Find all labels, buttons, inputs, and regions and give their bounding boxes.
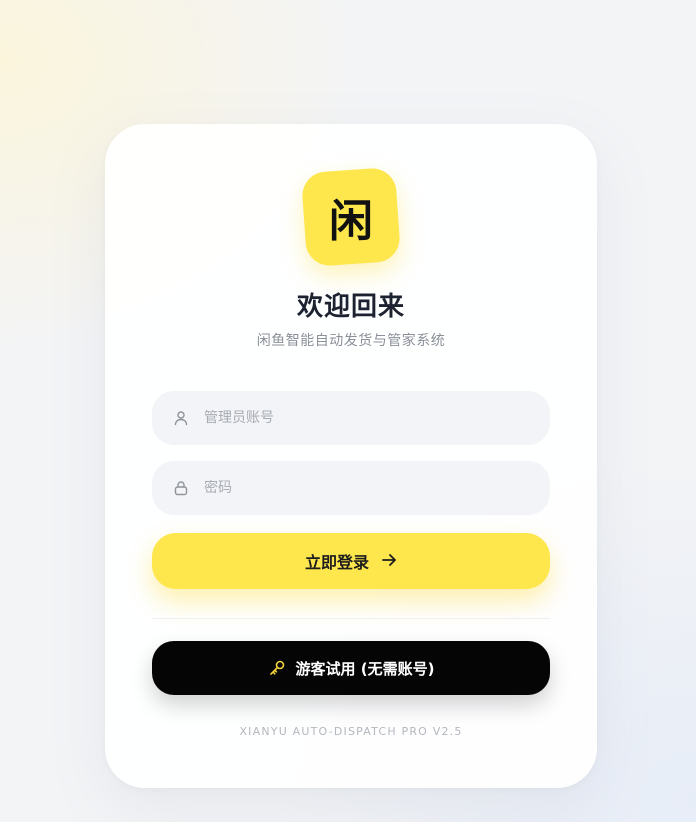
guest-button-label: 游客试用 (无需账号) <box>295 659 435 678</box>
username-field-wrapper <box>152 391 550 445</box>
arrow-right-icon <box>381 552 397 571</box>
password-field-wrapper <box>152 461 550 515</box>
lock-icon <box>172 479 190 497</box>
username-input[interactable] <box>204 410 524 426</box>
app-logo: 闲 <box>300 166 402 268</box>
password-input[interactable] <box>204 480 524 496</box>
login-button-label: 立即登录 <box>304 553 369 572</box>
divider <box>152 618 550 619</box>
version-footer: XIANYU AUTO-DISPATCH PRO V2.5 <box>239 725 463 738</box>
page-subtitle: 闲鱼智能自动发货与管家系统 <box>256 333 446 349</box>
key-icon <box>268 659 286 677</box>
logo-char: 闲 <box>329 196 373 247</box>
login-card: 闲 欢迎回来 闲鱼智能自动发货与管家系统 立即登录 <box>105 124 597 788</box>
user-icon <box>172 409 190 427</box>
guest-trial-button[interactable]: 游客试用 (无需账号) <box>152 641 550 695</box>
login-button[interactable]: 立即登录 <box>152 533 550 589</box>
page-title: 欢迎回来 <box>296 292 405 322</box>
